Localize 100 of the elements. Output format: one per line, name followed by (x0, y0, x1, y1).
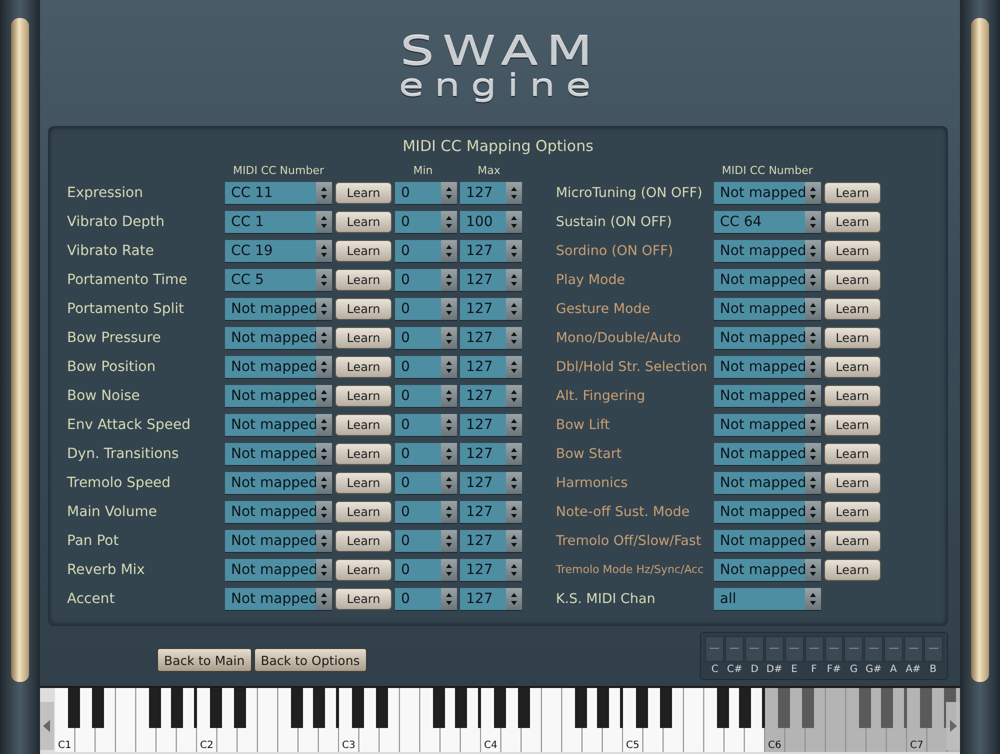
spinner-icon[interactable] (316, 472, 332, 494)
cc-select[interactable]: Not mapped (714, 414, 821, 436)
cc-select[interactable]: Not mapped (225, 414, 332, 436)
learn-button[interactable]: Learn (824, 500, 881, 522)
learn-button[interactable]: Learn (335, 558, 392, 580)
spinner-icon[interactable] (441, 414, 457, 436)
max-select[interactable]: 127 (460, 240, 522, 262)
spinner-icon[interactable] (804, 182, 821, 204)
spinner-icon[interactable] (316, 356, 332, 378)
min-select[interactable]: 0 (395, 356, 457, 378)
spinner-icon[interactable] (316, 210, 332, 232)
cc-select[interactable]: Not mapped (714, 298, 821, 320)
min-select[interactable]: 0 (395, 530, 457, 552)
keyboard-octave-drawing[interactable]: C4 (481, 688, 623, 752)
spinner-icon[interactable] (441, 182, 457, 204)
min-select[interactable]: 0 (395, 384, 457, 406)
spinner-icon[interactable] (316, 298, 332, 320)
spinner-icon[interactable] (316, 240, 332, 262)
cc-select[interactable]: Not mapped (714, 182, 821, 204)
learn-button[interactable]: Learn (824, 384, 881, 406)
cc-select[interactable]: Not mapped (225, 472, 332, 494)
spinner-icon[interactable] (804, 210, 821, 232)
learn-button[interactable]: Learn (335, 384, 392, 406)
min-select[interactable]: 0 (395, 472, 457, 494)
cc-select[interactable]: Not mapped (225, 326, 332, 348)
cc-select[interactable]: Not mapped (714, 442, 821, 464)
spinner-icon[interactable] (441, 530, 457, 552)
learn-button[interactable]: Learn (335, 240, 392, 262)
spinner-icon[interactable] (506, 298, 522, 320)
nav-button[interactable]: Back to Options (254, 648, 367, 672)
keyboard-octave-drawing[interactable]: C2 (197, 688, 339, 752)
spinner-icon[interactable] (441, 240, 457, 262)
learn-button[interactable]: Learn (335, 268, 392, 290)
spinner-icon[interactable] (506, 472, 522, 494)
cc-select[interactable]: Not mapped (714, 472, 821, 494)
spinner-icon[interactable] (804, 414, 821, 436)
spinner-icon[interactable] (506, 182, 522, 204)
spinner-icon[interactable] (804, 500, 821, 522)
spinner-icon[interactable] (506, 384, 522, 406)
cc-select[interactable]: Not mapped (225, 384, 332, 406)
cc-select[interactable]: Not mapped (225, 500, 332, 522)
spinner-icon[interactable] (441, 210, 457, 232)
cc-select[interactable]: CC 1 (225, 210, 332, 232)
min-select[interactable]: 0 (395, 182, 457, 204)
learn-button[interactable]: Learn (824, 558, 881, 580)
spinner-icon[interactable] (506, 356, 522, 378)
spinner-icon[interactable] (506, 210, 522, 232)
min-select[interactable]: 0 (395, 500, 457, 522)
learn-button[interactable]: Learn (824, 182, 881, 204)
spinner-icon[interactable] (804, 442, 821, 464)
spinner-icon[interactable] (804, 240, 821, 262)
learn-button[interactable]: Learn (824, 240, 881, 262)
spinner-icon[interactable] (441, 472, 457, 494)
learn-button[interactable]: Learn (824, 530, 881, 552)
spinner-icon[interactable] (804, 268, 821, 290)
spinner-icon[interactable] (316, 182, 332, 204)
cc-select[interactable]: Not mapped (714, 356, 821, 378)
scroll-right-icon[interactable] (946, 702, 960, 750)
cc-select[interactable]: CC 11 (225, 182, 332, 204)
cc-select[interactable]: Not mapped (225, 588, 332, 610)
keyboard-octave-drawing[interactable]: C3 (339, 688, 481, 752)
learn-button[interactable]: Learn (335, 588, 392, 610)
scroll-left-icon[interactable] (40, 702, 54, 750)
cc-select[interactable]: Not mapped (225, 356, 332, 378)
spinner-icon[interactable] (441, 558, 457, 580)
spinner-icon[interactable] (441, 588, 457, 610)
cc-select[interactable]: Not mapped (714, 530, 821, 552)
max-select[interactable]: 127 (460, 384, 522, 406)
learn-button[interactable]: Learn (824, 472, 881, 494)
max-select[interactable]: 127 (460, 500, 522, 522)
spinner-icon[interactable] (316, 384, 332, 406)
spinner-icon[interactable] (804, 298, 821, 320)
learn-button[interactable]: Learn (335, 530, 392, 552)
cc-select[interactable]: Not mapped (714, 384, 821, 406)
spinner-icon[interactable] (506, 500, 522, 522)
cc-select[interactable]: Not mapped (225, 530, 332, 552)
min-select[interactable]: 0 (395, 268, 457, 290)
min-select[interactable]: 0 (395, 414, 457, 436)
cc-select[interactable]: CC 64 (714, 210, 821, 232)
cc-select[interactable]: CC 19 (225, 240, 332, 262)
spinner-icon[interactable] (506, 326, 522, 348)
cc-select[interactable]: Not mapped (714, 268, 821, 290)
max-select[interactable]: 127 (460, 268, 522, 290)
min-select[interactable]: 0 (395, 210, 457, 232)
spinner-icon[interactable] (506, 414, 522, 436)
spinner-icon[interactable] (506, 268, 522, 290)
learn-button[interactable]: Learn (335, 414, 392, 436)
min-select[interactable]: 0 (395, 240, 457, 262)
spinner-icon[interactable] (506, 240, 522, 262)
spinner-icon[interactable] (804, 530, 821, 552)
learn-button[interactable]: Learn (335, 182, 392, 204)
cc-select[interactable]: Not mapped (714, 326, 821, 348)
max-select[interactable]: 100 (460, 210, 522, 232)
spinner-icon[interactable] (441, 298, 457, 320)
spinner-icon[interactable] (804, 558, 821, 580)
max-select[interactable]: 127 (460, 472, 522, 494)
learn-button[interactable]: Learn (335, 298, 392, 320)
spinner-icon[interactable] (316, 268, 332, 290)
spinner-icon[interactable] (316, 442, 332, 464)
learn-button[interactable]: Learn (335, 210, 392, 232)
